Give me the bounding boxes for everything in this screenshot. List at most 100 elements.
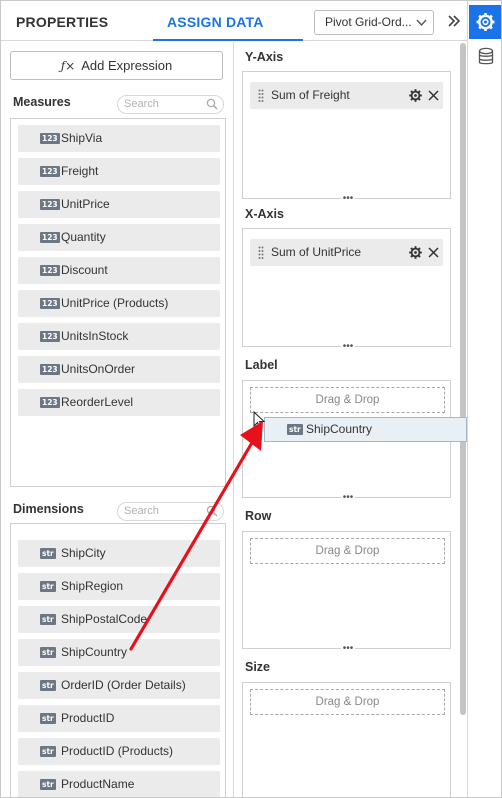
- resize-handle-icon[interactable]: •••: [341, 493, 355, 503]
- row-zone[interactable]: Drag & Drop •••: [242, 531, 451, 654]
- field-type-badge: 123: [40, 265, 60, 276]
- field-label: ProductID: [61, 711, 115, 725]
- field-label: OrderID (Order Details): [61, 678, 186, 692]
- measures-title: Measures: [13, 95, 71, 109]
- field-label: ProductID (Products): [61, 744, 174, 758]
- x-axis-field-chip[interactable]: Sum of UnitPrice: [250, 239, 443, 266]
- field-type-badge: str: [287, 424, 303, 435]
- field-label: ShipPostalCode: [61, 612, 148, 626]
- field-type-badge: 123: [40, 133, 60, 144]
- panel-scrollbar[interactable]: [460, 43, 466, 715]
- x-axis-title: X-Axis: [245, 207, 284, 221]
- resize-handle-icon[interactable]: •••: [341, 194, 355, 204]
- tab-assign-data[interactable]: ASSIGN DATA: [153, 1, 303, 41]
- x-axis-field-label: Sum of UnitPrice: [271, 245, 362, 259]
- field-list-item[interactable]: str ShipRegion: [18, 573, 220, 600]
- close-icon[interactable]: [427, 89, 440, 102]
- mouse-cursor-icon: [253, 411, 265, 429]
- field-type-badge: 123: [40, 397, 60, 408]
- resize-handle-icon[interactable]: •••: [341, 644, 355, 654]
- field-list-item[interactable]: 123 ShipVia: [18, 125, 220, 152]
- tab-bar: PROPERTIES ASSIGN DATA Pivot Grid-Ord...: [1, 1, 467, 41]
- measures-search-input[interactable]: Search: [117, 95, 224, 114]
- field-label: ShipVia: [61, 131, 103, 145]
- y-axis-title: Y-Axis: [245, 50, 284, 64]
- side-rail: [467, 1, 501, 797]
- field-list-item[interactable]: str ProductID (Products): [18, 738, 220, 765]
- field-type-badge: str: [40, 746, 56, 757]
- field-list-item[interactable]: 123 Discount: [18, 257, 220, 284]
- field-list-item[interactable]: 123 UnitPrice (Products): [18, 290, 220, 317]
- field-type-badge: str: [40, 713, 56, 724]
- drag-ghost-item: str ShipCountry: [264, 417, 467, 442]
- field-list-item[interactable]: 123 ReorderLevel: [18, 389, 220, 416]
- field-type-badge: 123: [40, 166, 60, 177]
- resize-handle-icon[interactable]: •••: [341, 342, 355, 352]
- field-label: UnitsInStock: [61, 329, 129, 343]
- field-list-item[interactable]: 123 UnitPrice: [18, 191, 220, 218]
- field-label: ProductName: [61, 777, 135, 791]
- y-axis-field-label: Sum of Freight: [271, 88, 350, 102]
- drag-handle-icon[interactable]: [258, 246, 264, 259]
- add-expression-button[interactable]: ƒ× Add Expression: [10, 51, 223, 80]
- field-list-item[interactable]: 123 UnitsOnOrder: [18, 356, 220, 383]
- y-axis-zone[interactable]: Sum of Freight •••: [242, 71, 451, 204]
- field-list-item[interactable]: 123 Freight: [18, 158, 220, 185]
- field-type-badge: str: [40, 680, 56, 691]
- field-label: UnitPrice (Products): [61, 296, 169, 310]
- dimensions-title: Dimensions: [13, 502, 84, 516]
- dimensions-search-input[interactable]: Search: [117, 502, 224, 521]
- drag-handle-icon[interactable]: [258, 89, 264, 102]
- collapse-panel-button[interactable]: [442, 9, 466, 35]
- label-title: Label: [245, 358, 278, 372]
- field-list-item[interactable]: str ProductName: [18, 771, 220, 797]
- field-list-item[interactable]: str OrderID (Order Details): [18, 672, 220, 699]
- gear-icon: [476, 13, 495, 31]
- drag-ghost-label: ShipCountry: [306, 422, 373, 436]
- field-type-badge: str: [40, 779, 56, 790]
- field-label: Quantity: [61, 230, 106, 244]
- measures-search-placeholder: Search: [124, 98, 159, 110]
- size-drop-target[interactable]: Drag & Drop: [250, 689, 445, 715]
- row-drop-target[interactable]: Drag & Drop: [250, 538, 445, 564]
- measures-list: 123 ShipVia 123 Freight 123 UnitPrice 123 Quant…: [10, 118, 226, 487]
- field-type-badge: 123: [40, 232, 60, 243]
- size-zone[interactable]: Drag & Drop: [242, 682, 451, 797]
- field-label: ShipRegion: [61, 579, 124, 593]
- field-type-badge: 123: [40, 364, 60, 375]
- field-type-badge: str: [40, 581, 56, 592]
- tab-properties[interactable]: PROPERTIES: [16, 1, 108, 41]
- row-title: Row: [245, 509, 272, 523]
- field-type-badge: 123: [40, 298, 60, 309]
- gear-icon[interactable]: [408, 88, 423, 103]
- field-type-badge: 123: [40, 331, 60, 342]
- field-list-item[interactable]: str ShipCountry: [18, 639, 220, 666]
- field-list-item[interactable]: 123 Quantity: [18, 224, 220, 251]
- field-label: Discount: [61, 263, 108, 277]
- rail-settings-button[interactable]: [469, 5, 501, 39]
- field-type-badge: str: [40, 614, 56, 625]
- widget-select[interactable]: Pivot Grid-Ord...: [314, 10, 434, 35]
- field-list-item[interactable]: str ShipPostalCode: [18, 606, 220, 633]
- rail-data-source-button[interactable]: [477, 47, 495, 67]
- search-icon: [206, 98, 218, 110]
- double-chevron-right-icon: [448, 15, 461, 27]
- close-icon[interactable]: [427, 246, 440, 259]
- y-axis-field-chip[interactable]: Sum of Freight: [250, 82, 443, 109]
- gear-icon[interactable]: [408, 245, 423, 260]
- field-label: ReorderLevel: [61, 395, 134, 409]
- label-drop-target[interactable]: Drag & Drop: [250, 387, 445, 413]
- field-list-item[interactable]: str ShipCity: [18, 540, 220, 567]
- search-icon: [206, 505, 218, 517]
- field-label: ShipCountry: [61, 645, 128, 659]
- field-label: ShipCity: [61, 546, 106, 560]
- field-label: UnitsOnOrder: [61, 362, 136, 376]
- field-label: Freight: [61, 164, 99, 178]
- widget-select-value: Pivot Grid-Ord...: [325, 15, 412, 29]
- size-title: Size: [245, 660, 271, 674]
- field-list-item[interactable]: str ProductID: [18, 705, 220, 732]
- fields-panel: ƒ× Add Expression Measures Search 123 Ship…: [1, 42, 234, 797]
- field-list-item[interactable]: 123 UnitsInStock: [18, 323, 220, 350]
- x-axis-zone[interactable]: Sum of UnitPrice •••: [242, 228, 451, 352]
- function-icon: ƒ×: [60, 59, 76, 73]
